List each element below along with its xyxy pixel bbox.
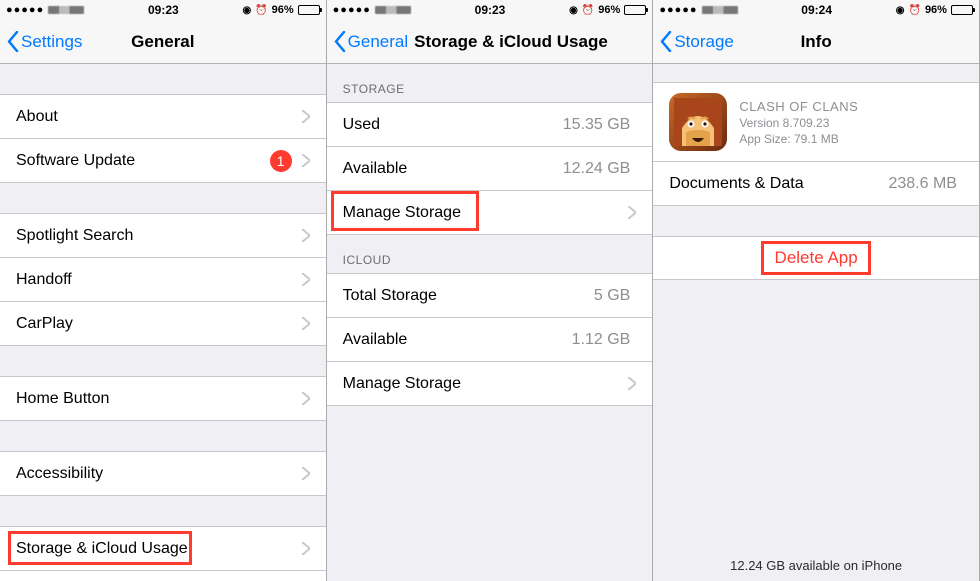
row-label: Handoff [16,271,298,289]
row-used: Used 15.35 GB [327,102,653,146]
donotdisturb-icon [242,4,251,16]
alarm-icon [582,4,594,16]
chevron-right-icon [302,110,310,123]
app-icon [669,93,727,151]
signal-dots-icon: ●●●●● [333,4,371,16]
nav-bar: Settings General [0,20,326,64]
row-total-storage: Total Storage 5 GB [327,273,653,317]
app-name: CLASH OF CLANS [739,99,858,114]
battery-percent: 96% [272,4,294,16]
carrier-label [48,6,84,14]
row-home-button[interactable]: Home Button [0,376,326,420]
row-label: Storage & iCloud Usage [16,540,298,558]
chevron-left-icon [333,31,346,52]
screen-app-info: ●●●●● 09:24 96% Storage Info [653,0,980,581]
status-time: 09:23 [148,3,179,17]
section-header-icloud: ICLOUD [327,235,653,273]
row-manage-storage[interactable]: Manage Storage [327,190,653,234]
row-value: 15.35 GB [563,116,631,134]
page-title: Storage & iCloud Usage [414,32,608,52]
row-label: Available [343,160,563,178]
row-value: 12.24 GB [563,160,631,178]
section-header-storage: STORAGE [327,64,653,102]
status-time: 09:24 [801,3,832,17]
status-bar: ●●●●● 09:24 96% [653,0,979,20]
chevron-right-icon [302,317,310,330]
screen-general: ●●●●● 09:23 96% Settings General About S… [0,0,327,581]
delete-label: Delete App [775,248,858,268]
status-time: 09:23 [475,3,506,17]
carrier-label [702,6,738,14]
barbarian-icon [674,98,722,146]
back-label: General [348,32,408,52]
status-bar: ●●●●● 09:23 96% [0,0,326,20]
donotdisturb-icon [569,4,578,16]
row-label: Documents & Data [669,175,888,193]
chevron-left-icon [6,31,19,52]
row-label: Accessibility [16,465,298,483]
row-storage-icloud[interactable]: Storage & iCloud Usage [0,526,326,570]
row-label: Software Update [16,152,270,170]
row-background-refresh[interactable]: Background App Refresh [0,570,326,581]
row-icloud-available: Available 1.12 GB [327,317,653,361]
battery-percent: 96% [598,4,620,16]
row-value: 5 GB [594,287,630,305]
battery-percent: 96% [925,4,947,16]
row-label: Spotlight Search [16,227,298,245]
back-button[interactable]: General [327,31,408,52]
update-badge: 1 [270,150,292,172]
row-label: Manage Storage [343,204,625,222]
alarm-icon [255,4,267,16]
status-bar: ●●●●● 09:23 96% [327,0,653,20]
footer-available: 12.24 GB available on iPhone [653,558,979,573]
row-accessibility[interactable]: Accessibility [0,451,326,495]
row-label: Home Button [16,390,298,408]
row-label: Manage Storage [343,375,625,393]
chevron-right-icon [628,206,636,219]
back-button[interactable]: Settings [0,31,82,52]
alarm-icon [908,4,920,16]
delete-app-button[interactable]: Delete App [653,236,979,280]
battery-icon [624,5,646,15]
row-label: About [16,108,298,126]
row-value: 238.6 MB [888,175,956,193]
chevron-right-icon [302,467,310,480]
chevron-right-icon [302,542,310,555]
app-size: App Size: 79.1 MB [739,132,858,146]
battery-icon [951,5,973,15]
screen-storage-icloud: ●●●●● 09:23 96% General Storage & iCloud… [327,0,654,581]
row-documents-data: Documents & Data 238.6 MB [653,161,979,205]
row-spotlight[interactable]: Spotlight Search [0,213,326,257]
app-header: CLASH OF CLANS Version 8.709.23 App Size… [653,82,979,162]
chevron-left-icon [659,31,672,52]
row-available: Available 12.24 GB [327,146,653,190]
row-label: CarPlay [16,315,298,333]
chevron-right-icon [628,377,636,390]
nav-bar: Storage Info [653,20,979,64]
chevron-right-icon [302,229,310,242]
row-label: Used [343,116,563,134]
donotdisturb-icon [896,4,905,16]
battery-icon [298,5,320,15]
row-manage-icloud-storage[interactable]: Manage Storage [327,361,653,405]
row-value: 1.12 GB [572,331,631,349]
chevron-right-icon [302,392,310,405]
back-button[interactable]: Storage [653,31,734,52]
nav-bar: General Storage & iCloud Usage [327,20,653,64]
row-handoff[interactable]: Handoff [0,257,326,301]
row-label: Available [343,331,572,349]
row-software-update[interactable]: Software Update 1 [0,138,326,182]
chevron-right-icon [302,154,310,167]
back-label: Storage [674,32,734,52]
signal-dots-icon: ●●●●● [659,4,697,16]
carrier-label [375,6,411,14]
chevron-right-icon [302,273,310,286]
back-label: Settings [21,32,82,52]
row-carplay[interactable]: CarPlay [0,301,326,345]
row-label: Total Storage [343,287,594,305]
signal-dots-icon: ●●●●● [6,4,44,16]
app-version: Version 8.709.23 [739,116,858,130]
row-about[interactable]: About [0,94,326,138]
